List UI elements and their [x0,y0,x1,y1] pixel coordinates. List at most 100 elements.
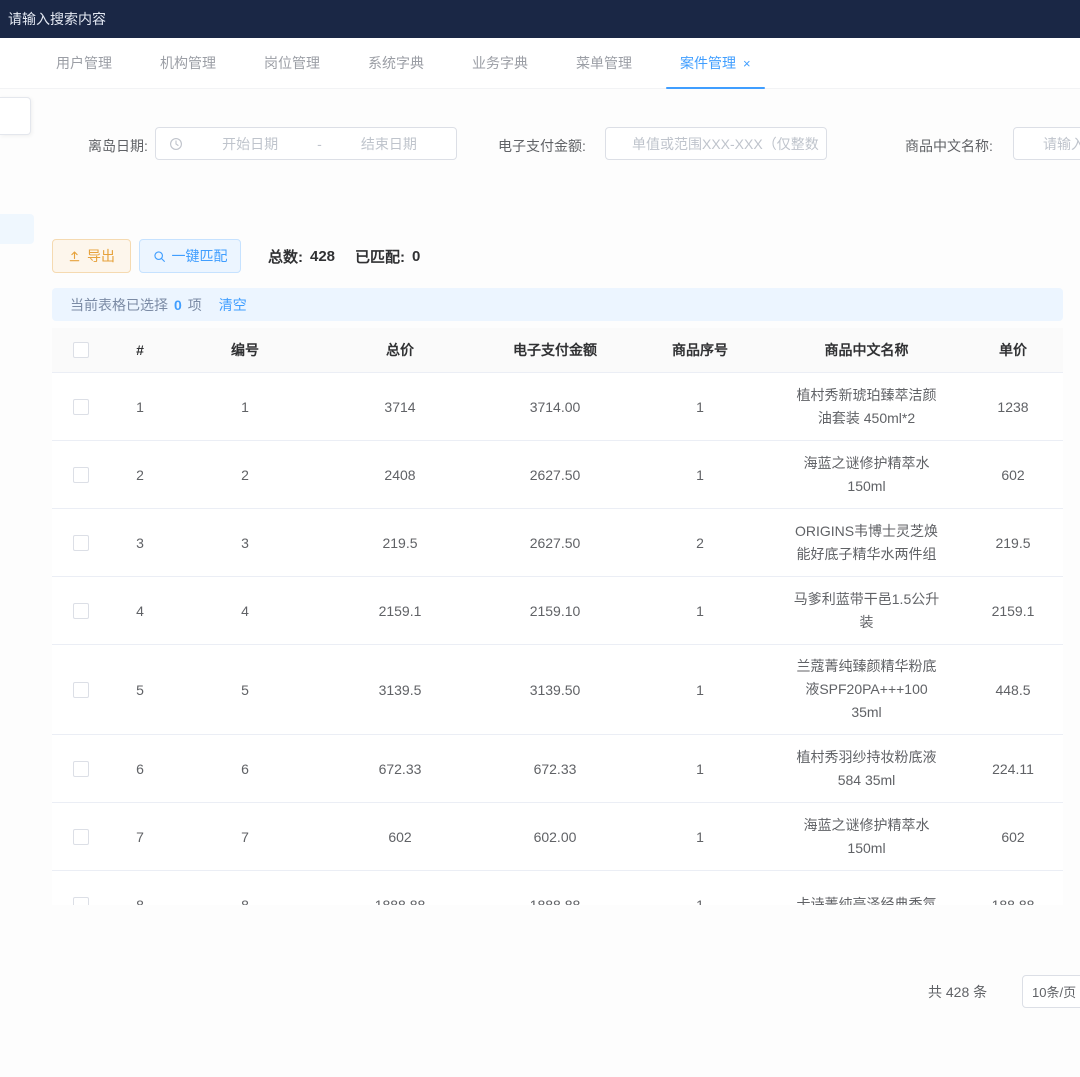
one-click-match-button[interactable]: 一键匹配 [139,239,241,273]
select-all-checkbox[interactable] [73,342,89,358]
table-row[interactable]: 3 3 219.5 2627.50 2 ORIGINS韦博士灵芝焕能好底子精华水… [52,509,1063,577]
row-checkbox[interactable] [73,829,89,845]
table-row[interactable]: 5 5 3139.5 3139.50 1 兰蔻菁纯臻颜精华粉底液SPF20PA+… [52,645,1063,735]
cell-total: 1888.88 [320,897,480,906]
cell-total: 3714 [320,399,480,415]
tab-menu-mgmt[interactable]: 菜单管理 [576,38,632,89]
header-search-input[interactable]: 请输入搜索内容 [8,9,106,29]
top-header-bar: 请输入搜索内容 [0,0,1080,38]
tab-case-mgmt-label: 案件管理 [680,55,736,71]
cell-code: 1 [170,399,320,415]
clear-selection-link[interactable]: 清空 [219,295,247,315]
row-checkbox[interactable] [73,682,89,698]
cell-product-name: ORIGINS韦博士灵芝焕能好底子精华水两件组 [770,510,963,576]
cell-code: 5 [170,682,320,698]
total-value: 428 [310,248,335,265]
page-size-select[interactable]: 10条/页 [1022,975,1080,1008]
cell-product-name: 兰蔻菁纯臻颜精华粉底液SPF20PA+++100 35ml [770,645,963,734]
selection-count: 0 [174,297,182,313]
cell-product-name: 马爹利蓝带干邑1.5公升装 [770,578,963,644]
cell-item-no: 1 [630,467,770,483]
search-icon [153,250,166,263]
cell-item-no: 1 [630,761,770,777]
cell-epay: 2627.50 [480,467,630,483]
selection-prefix: 当前表格已选择 [70,295,168,315]
row-checkbox[interactable] [73,467,89,483]
export-icon [68,250,81,263]
cell-product-name: 海蓝之谜修护精萃水 150ml [770,442,963,508]
cell-code: 4 [170,603,320,619]
table-header-row: # 编号 总价 电子支付金额 商品序号 商品中文名称 单价 [52,328,1063,373]
export-button[interactable]: 导出 [52,239,131,273]
tab-org-mgmt[interactable]: 机构管理 [160,38,216,89]
cell-epay: 3714.00 [480,399,630,415]
cell-unit-price: 602 [963,467,1063,483]
cell-unit-price: 448.5 [963,682,1063,698]
cell-unit-price: 1238 [963,399,1063,415]
table-row[interactable]: 7 7 602 602.00 1 海蓝之谜修护精萃水 150ml 602 [52,803,1063,871]
cell-total: 2408 [320,467,480,483]
cell-epay: 2627.50 [480,535,630,551]
cell-item-no: 1 [630,897,770,906]
row-checkbox[interactable] [73,535,89,551]
cell-epay: 2159.10 [480,603,630,619]
cell-epay: 3139.50 [480,682,630,698]
cell-product-name: 植村秀新琥珀臻萃洁颜油套装 450ml*2 [770,374,963,440]
column-header-epay: 电子支付金额 [480,340,630,360]
row-checkbox[interactable] [73,399,89,415]
page-size-value: 10条/页 [1032,982,1076,1001]
tab-bar: 用户管理 机构管理 岗位管理 系统字典 业务字典 菜单管理 案件管理 × [0,38,1080,89]
cell-index: 8 [110,897,170,906]
cell-index: 2 [110,467,170,483]
data-table: # 编号 总价 电子支付金额 商品序号 商品中文名称 单价 1 1 3714 3… [52,328,1063,905]
row-checkbox[interactable] [73,897,89,906]
tab-system-dict[interactable]: 系统字典 [368,38,424,89]
table-row[interactable]: 1 1 3714 3714.00 1 植村秀新琥珀臻萃洁颜油套装 450ml*2… [52,373,1063,441]
cell-unit-price: 188.88 [963,897,1063,906]
table-row[interactable]: 6 6 672.33 672.33 1 植村秀羽纱持妆粉底液 584 35ml … [52,735,1063,803]
cell-index: 4 [110,603,170,619]
cell-unit-price: 602 [963,829,1063,845]
cell-total: 3139.5 [320,682,480,698]
tab-post-mgmt[interactable]: 岗位管理 [264,38,320,89]
column-header-item-no: 商品序号 [630,340,770,360]
column-header-product-name: 商品中文名称 [770,340,963,360]
cell-index: 3 [110,535,170,551]
tab-close-icon[interactable]: × [743,56,751,71]
date-range-picker[interactable]: 开始日期 - 结束日期 [155,127,457,160]
amount-input-wrapper [605,127,827,160]
cell-item-no: 1 [630,829,770,845]
end-date-input[interactable]: 结束日期 [322,134,456,154]
cell-code: 3 [170,535,320,551]
cell-item-no: 2 [630,535,770,551]
amount-input[interactable] [630,135,826,153]
cell-epay: 602.00 [480,829,630,845]
cell-code: 6 [170,761,320,777]
date-filter-label: 离岛日期: [88,136,148,156]
matched-value: 0 [412,248,420,265]
cell-epay: 672.33 [480,761,630,777]
table-row[interactable]: 2 2 2408 2627.50 1 海蓝之谜修护精萃水 150ml 602 [52,441,1063,509]
cell-product-name: 海蓝之谜修护精萃水 150ml [770,804,963,870]
table-row[interactable]: 4 4 2159.1 2159.10 1 马爹利蓝带干邑1.5公升装 2159.… [52,577,1063,645]
collapsed-panel-fragment [0,97,31,135]
tab-user-mgmt[interactable]: 用户管理 [56,38,112,89]
column-header-unit-price: 单价 [963,340,1063,360]
table-row[interactable]: 8 8 1888.88 1888.88 1 卡诗菁纯亮泽经典香氛 188.88 [52,871,1063,905]
product-name-input[interactable] [1041,135,1080,153]
cell-index: 7 [110,829,170,845]
row-checkbox[interactable] [73,761,89,777]
cell-total: 2159.1 [320,603,480,619]
cell-total: 219.5 [320,535,480,551]
start-date-input[interactable]: 开始日期 [183,134,317,154]
tab-business-dict[interactable]: 业务字典 [472,38,528,89]
total-label: 总数: [268,246,303,267]
cell-total: 602 [320,829,480,845]
selection-suffix: 项 [188,295,202,315]
row-checkbox[interactable] [73,603,89,619]
table-body: 1 1 3714 3714.00 1 植村秀新琥珀臻萃洁颜油套装 450ml*2… [52,373,1063,905]
tab-case-mgmt[interactable]: 案件管理 × [680,38,751,89]
match-stats: 总数: 428 已匹配: 0 [268,246,420,267]
matched-label: 已匹配: [355,246,405,267]
amount-filter-label: 电子支付金额: [498,136,586,156]
